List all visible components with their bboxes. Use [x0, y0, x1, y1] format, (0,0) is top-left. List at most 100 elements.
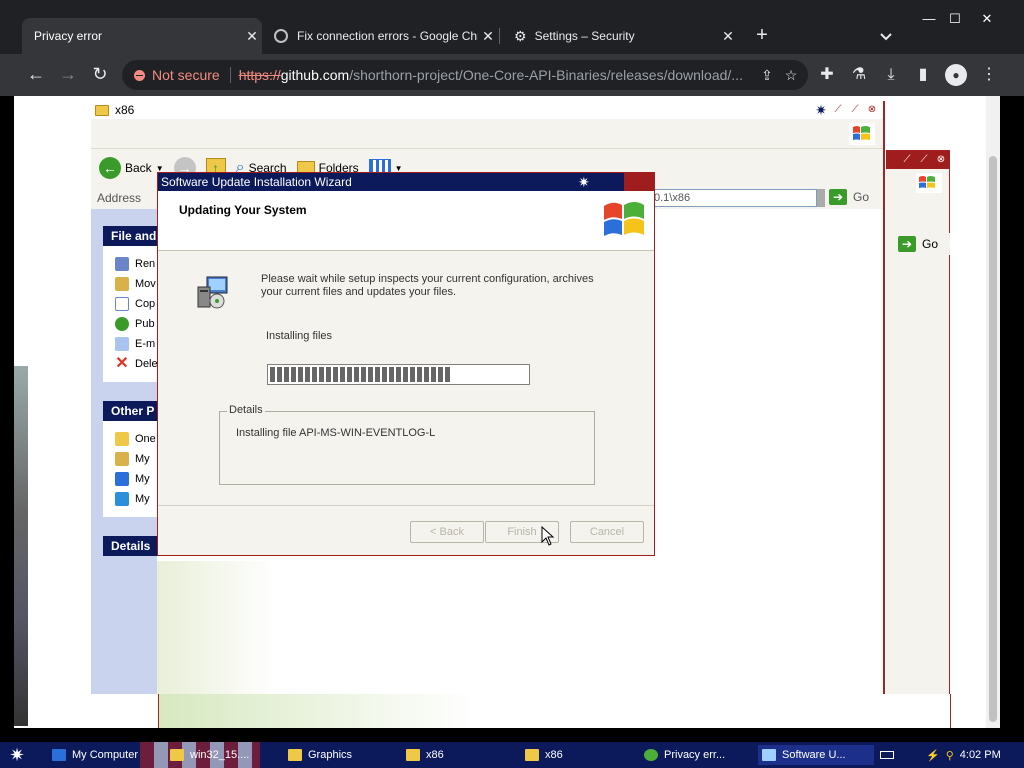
folder-icon [95, 104, 109, 116]
maximize-button[interactable]: ☐ [944, 10, 966, 28]
close-icon[interactable]: ⊗ [865, 103, 879, 117]
search-tray-icon[interactable]: ⚲ [946, 749, 954, 762]
close-tab-icon[interactable]: ✕ [718, 28, 738, 45]
progress-segment [382, 367, 387, 382]
move-icon [115, 277, 129, 291]
page-scrollbar[interactable] [986, 96, 1000, 728]
minimize-button[interactable]: — [918, 10, 940, 28]
chrome-menu-icon[interactable]: ⋮ [978, 64, 1000, 86]
taskbar-item-graphics[interactable]: Graphics [284, 745, 392, 765]
taskbar-item-x86-1[interactable]: x86 [402, 745, 510, 765]
taskbar-item-win32[interactable]: win32_15.... [166, 745, 274, 765]
software-update-wizard[interactable]: Software Update Installation Wizard ✷ Up… [157, 172, 655, 556]
explorer-back-button[interactable]: ← Back ▼ [99, 157, 164, 179]
place-my-computer[interactable]: My [115, 469, 157, 489]
folder-icon [115, 432, 129, 446]
task-label: Cop [135, 298, 156, 310]
not-secure-label[interactable]: Not secure [152, 67, 220, 83]
maximize-icon[interactable]: ⟋ [848, 103, 862, 117]
details-header[interactable]: Details [103, 536, 157, 556]
place-my-documents[interactable]: My [115, 449, 157, 469]
titlebar-accent [624, 173, 654, 191]
tab-privacy-error[interactable]: Privacy error ✕ [22, 18, 262, 54]
side-panel-icon[interactable]: ▮ [912, 64, 934, 86]
file-folder-tasks-header[interactable]: File and [103, 226, 157, 246]
new-tab-button[interactable]: + [752, 24, 772, 48]
minimize-icon[interactable]: ⟋ [900, 153, 914, 167]
network-tray-icon[interactable]: ⚡ [926, 749, 940, 762]
labs-flask-icon[interactable]: ⚗ [848, 64, 870, 86]
address-field[interactable]: 0.1\x86 [651, 189, 817, 207]
close-window-button[interactable]: ✕ [976, 10, 998, 28]
task-label: Pub [135, 318, 155, 330]
close-tab-icon[interactable]: ✕ [242, 28, 262, 45]
back-button[interactable]: ← [24, 62, 48, 86]
windows-logo-icon [919, 176, 935, 188]
start-star-icon[interactable]: ✷ [6, 744, 28, 766]
address-bar[interactable]: Not secure https:// github.com /shorthor… [122, 60, 808, 90]
minimize-icon[interactable]: ⟋ [831, 103, 845, 117]
address-value: 0.1\x86 [654, 192, 691, 204]
tab-settings-security[interactable]: ⚙ Settings – Security ✕ [502, 18, 738, 54]
progress-segment [270, 367, 275, 382]
place-label: My [135, 493, 150, 505]
forward-button[interactable]: → [56, 62, 80, 86]
place-my-network[interactable]: My [115, 489, 157, 509]
maximize-icon[interactable]: ⟋ [917, 153, 931, 167]
my-computer-icon [115, 472, 129, 486]
profile-avatar-icon[interactable]: ● [945, 64, 967, 86]
folder-icon [170, 749, 184, 761]
task-rename[interactable]: Ren [115, 254, 157, 274]
taskbar-item-my-computer[interactable]: My Computer [48, 745, 158, 765]
bookmark-star-icon[interactable]: ☆ [782, 66, 800, 84]
task-move[interactable]: Mov [115, 274, 157, 294]
back-arrow-icon: ← [99, 157, 121, 179]
back-go-button[interactable]: ➔ Go [898, 236, 938, 252]
not-secure-icon [134, 69, 145, 81]
progress-segment [333, 367, 338, 382]
tab-fix-connection-errors[interactable]: Fix connection errors - Google Chr ✕ [262, 18, 498, 54]
go-label: Go [853, 190, 870, 204]
wizard-separator [158, 505, 654, 506]
place-label: My [135, 453, 150, 465]
download-icon[interactable]: ⤓ [880, 64, 902, 86]
task-label: Mov [135, 278, 156, 290]
place-one-core[interactable]: One [115, 429, 157, 449]
background-explorer-window[interactable]: ⟋ ⟋ ⊗ ➔ Go [886, 150, 950, 728]
place-label: One [135, 433, 156, 445]
explorer-titlebar[interactable]: x86 ✷ ⟋ ⟋ ⊗ [91, 101, 883, 119]
page-content: ⟋ ⟋ ⊗ ➔ Go x86 ✷ ⟋ ⟋ ⊗ ← Back ▼ → ↑ ⌕ Se… [14, 96, 1000, 728]
extensions-icon[interactable]: ✚ [816, 64, 838, 86]
keyboard-icon[interactable] [880, 751, 894, 759]
task-copy[interactable]: Cop [115, 294, 157, 314]
my-documents-icon [115, 452, 129, 466]
task-publish[interactable]: Pub [115, 314, 157, 334]
taskbar-item-privacy-error[interactable]: Privacy err... [640, 745, 754, 765]
progress-segment [347, 367, 352, 382]
task-delete[interactable]: ✕ Dele [115, 354, 157, 374]
go-button[interactable]: ➔ Go [829, 189, 869, 205]
taskbar-item-x86-2[interactable]: x86 [521, 745, 629, 765]
scrollbar-thumb[interactable] [989, 156, 997, 722]
close-icon[interactable]: ⊗ [934, 153, 948, 167]
clock[interactable]: 4:02 PM [960, 749, 1001, 761]
star-icon: ✷ [578, 174, 590, 190]
close-tab-icon[interactable]: ✕ [478, 28, 498, 45]
wizard-cancel-button[interactable]: Cancel [570, 521, 644, 543]
chrome-toolbar: ← → ↻ Not secure https:// github.com /sh… [0, 54, 1024, 96]
taskbar-item-software-update[interactable]: Software U... [758, 745, 874, 765]
tab-search-dropdown[interactable] [876, 26, 896, 46]
network-icon [115, 492, 129, 506]
other-places-header[interactable]: Other P [103, 401, 157, 421]
task-email[interactable]: E-m [115, 334, 157, 354]
reload-button[interactable]: ↻ [88, 62, 112, 86]
wizard-header: Updating Your System [158, 191, 654, 251]
task-label: Dele [135, 358, 158, 370]
address-dropdown[interactable] [817, 189, 825, 207]
windows-flag-icon [916, 173, 942, 193]
url-host: github.com [280, 67, 350, 83]
wizard-back-button[interactable]: < Back [410, 521, 484, 543]
globe-icon [274, 29, 288, 43]
share-icon[interactable]: ⇪ [758, 66, 776, 84]
publish-globe-icon [115, 317, 129, 331]
